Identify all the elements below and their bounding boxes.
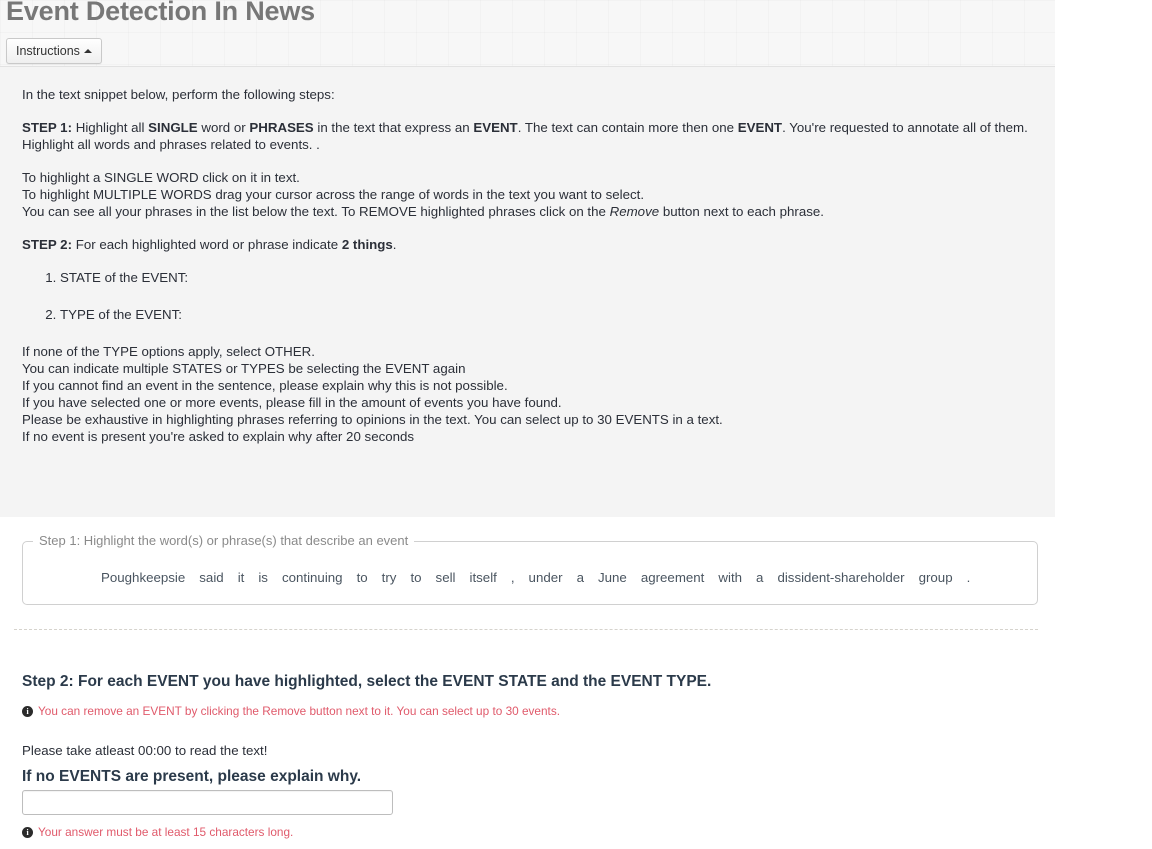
step2-label: STEP 2: <box>22 237 73 252</box>
list-item: TYPE of the EVENT: <box>60 306 1036 323</box>
step1-part4: . The text can contain more then one <box>517 120 738 135</box>
howto-line3-b: button next to each phrase. <box>659 204 824 219</box>
read-time-text: Please take atleast 00:00 to read the te… <box>22 743 268 758</box>
info-icon: i <box>22 705 33 717</box>
step2-things: 2 things <box>341 237 393 252</box>
sentence-token[interactable]: to <box>357 570 368 585</box>
step1-event2: EVENT <box>737 120 783 135</box>
sentence-token[interactable]: said <box>199 570 223 585</box>
step1-label: STEP 1: <box>22 120 73 135</box>
sentence-token-list[interactable]: Poughkeepsie said it is continuing to try to sel… <box>101 570 1019 585</box>
sentence-token[interactable]: is <box>258 570 268 585</box>
no-events-heading: If no EVENTS are present, please explain… <box>22 768 362 785</box>
howto-line-3: You can see all your phrases in the list… <box>22 203 1036 220</box>
instructions-button-label: Instructions <box>16 44 80 58</box>
sentence-token[interactable]: try <box>382 570 397 585</box>
sentence-token[interactable]: June <box>598 570 627 585</box>
step2-heading: Step 2: For each EVENT you have highligh… <box>22 673 712 690</box>
step1-part2: word or <box>197 120 250 135</box>
sentence-token[interactable]: . <box>967 570 971 585</box>
answer-validation-message: i Your answer must be at least 15 charac… <box>22 825 293 839</box>
sentence-token[interactable]: with <box>718 570 742 585</box>
step1-part3: in the text that express an <box>313 120 474 135</box>
page-title: Event Detection In News <box>6 0 315 26</box>
footer-line: If you have selected one or more events,… <box>22 395 562 410</box>
step2-note-text: You can remove an EVENT by clicking the … <box>38 704 561 718</box>
footer-line: If you cannot find an event in the sente… <box>22 378 508 393</box>
answer-validation-text: Your answer must be at least 15 characte… <box>38 825 294 839</box>
footer-line: If no event is present you're asked to e… <box>22 429 415 444</box>
step2-part2: . <box>392 237 397 252</box>
howto-line3-a: You can see all your phrases in the list… <box>22 204 610 219</box>
footer-line: You can indicate multiple STATES or TYPE… <box>22 361 466 376</box>
step1-legend: Step 1: Highlight the word(s) or phrase(… <box>33 533 415 548</box>
sentence-token[interactable]: it <box>238 570 245 585</box>
sentence-token[interactable]: agreement <box>641 570 705 585</box>
step1-single: SINGLE <box>148 120 198 135</box>
step1-phrases: PHRASES <box>249 120 314 135</box>
instructions-footer-block: If none of the TYPE options apply, selec… <box>22 343 1036 445</box>
instructions-toggle-button[interactable]: Instructions <box>6 38 102 64</box>
sentence-token[interactable]: itself <box>470 570 497 585</box>
sentence-token[interactable]: to <box>410 570 421 585</box>
step2-remove-note: i You can remove an EVENT by clicking th… <box>22 704 560 718</box>
footer-line: If none of the TYPE options apply, selec… <box>22 344 315 359</box>
sentence-token[interactable]: continuing <box>282 570 343 585</box>
step1-event1: EVENT <box>473 120 518 135</box>
footer-line: Please be exhaustive in highlighting phr… <box>22 412 723 427</box>
info-icon: i <box>22 826 33 838</box>
sentence-token[interactable]: under <box>529 570 563 585</box>
step1-paragraph: STEP 1: Highlight all SINGLE word or PHR… <box>22 119 1036 136</box>
howto-line-1: To highlight a SINGLE WORD click on it i… <box>22 170 300 185</box>
instructions-numbered-list: STATE of the EVENT: TYPE of the EVENT: <box>22 269 1036 323</box>
instructions-step1-block: STEP 1: Highlight all SINGLE word or PHR… <box>22 119 1036 153</box>
sentence-token[interactable]: , <box>511 570 515 585</box>
sentence-token[interactable]: a <box>577 570 584 585</box>
instructions-body: In the text snippet below, perform the f… <box>22 86 1036 445</box>
sentence-token[interactable]: group <box>919 570 953 585</box>
instructions-step2-block: STEP 2: For each highlighted word or phr… <box>22 236 1036 253</box>
list-item: STATE of the EVENT: <box>60 269 1036 286</box>
step1-part1: Highlight all <box>72 120 149 135</box>
step2-part1: For each highlighted word or phrase indi… <box>72 237 342 252</box>
section-divider <box>14 629 1038 630</box>
sentence-token[interactable]: Poughkeepsie <box>101 570 185 585</box>
step1-highlight-fieldset: Step 1: Highlight the word(s) or phrase(… <box>22 533 1038 605</box>
sentence-token[interactable]: dissident-shareholder <box>777 570 904 585</box>
caret-up-icon <box>83 48 92 53</box>
instructions-panel: In the text snippet below, perform the f… <box>0 67 1055 517</box>
step1-line2: Highlight all words and phrases related … <box>22 137 320 152</box>
instructions-howto-block: To highlight a SINGLE WORD click on it i… <box>22 169 1036 220</box>
howto-line-2: To highlight MULTIPLE WORDS drag your cu… <box>22 187 645 202</box>
sentence-token[interactable]: sell <box>436 570 456 585</box>
step1-part5: . You're requested to annotate all of th… <box>782 120 1028 135</box>
no-events-explanation-input[interactable] <box>22 790 393 815</box>
howto-remove-word: Remove <box>609 204 660 219</box>
sentence-token[interactable]: a <box>756 570 763 585</box>
instructions-intro: In the text snippet below, perform the f… <box>22 87 335 102</box>
